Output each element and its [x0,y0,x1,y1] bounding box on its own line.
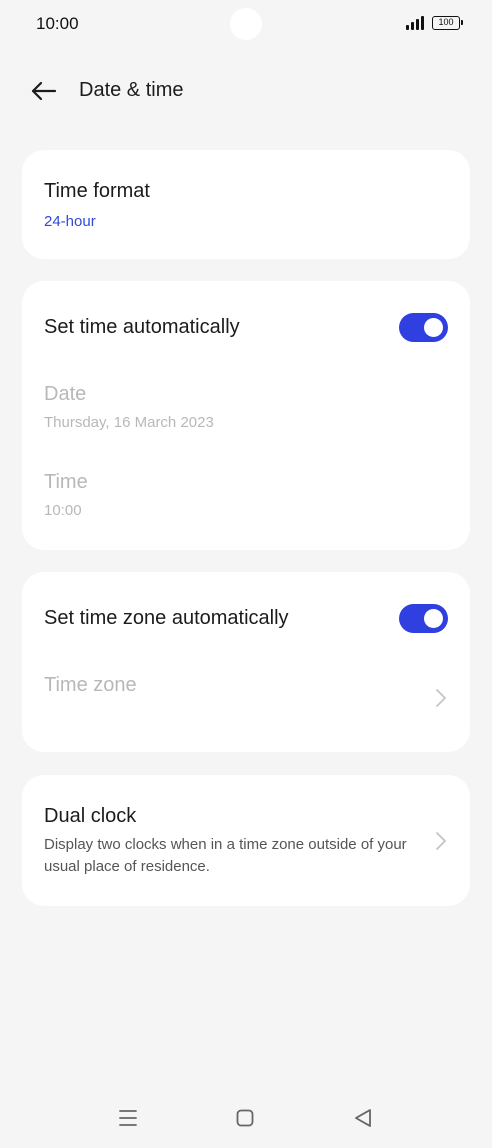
date-value: Thursday, 16 March 2023 [44,414,214,431]
menu-icon[interactable] [111,1101,145,1135]
time-value: 10:00 [44,502,82,519]
back-triangle-icon[interactable] [346,1101,380,1135]
signal-icon [406,16,428,30]
time-title: Time [44,471,88,493]
toggle-knob [424,318,443,337]
time-format-value: 24-hour [44,213,96,230]
auto-timezone-toggle[interactable] [399,604,448,633]
time-item: Time 10:00 [44,471,448,519]
auto-time-toggle[interactable] [399,313,448,342]
home-icon[interactable] [228,1101,262,1135]
timezone-title: Time zone [44,674,137,696]
camera-cutout [230,8,262,40]
back-arrow-icon[interactable] [28,76,58,106]
auto-time-card: Set time automatically Date Thursday, 16… [22,281,470,550]
status-bar: 10:00 100 [0,0,492,48]
auto-time-row: Set time automatically [44,316,448,339]
time-format-row: Time format 24-hour [44,180,448,230]
dual-clock-row: Dual clock Display two clocks when in a … [44,805,448,878]
time-format-item[interactable]: Time format 24-hour [22,150,470,259]
auto-time-title: Set time automatically [44,316,240,338]
chevron-right-icon [434,830,448,852]
battery-icon: 100 [432,16,463,30]
screen: 10:00 100 Date & time Time format 24-hou… [0,0,492,1148]
chevron-right-icon [434,687,448,709]
dual-clock-description: Display two clocks when in a time zone o… [44,836,407,875]
time-format-title: Time format [44,180,150,202]
dual-clock-title: Dual clock [44,805,137,827]
toggle-knob [424,609,443,628]
page-title: Date & time [79,79,184,101]
date-title: Date [44,383,87,405]
auto-timezone-card: Set time zone automatically Time zone [22,572,470,752]
date-item: Date Thursday, 16 March 2023 [44,383,448,431]
auto-timezone-row: Set time zone automatically [44,607,448,630]
header: Date & time [0,70,492,114]
dual-clock-item[interactable]: Dual clock Display two clocks when in a … [22,775,470,906]
timezone-item: Time zone [44,674,448,697]
navigation-bar [0,1088,492,1148]
status-time: 10:00 [36,14,79,33]
auto-timezone-title: Set time zone automatically [44,607,289,629]
battery-level: 100 [438,17,454,27]
